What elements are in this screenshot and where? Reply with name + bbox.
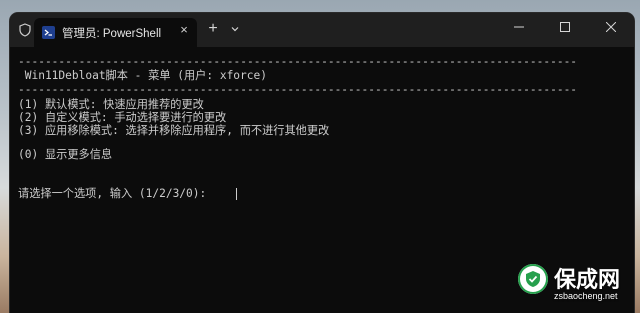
close-tab-icon[interactable]: × [177, 23, 191, 37]
menu-option-0: (0) 显示更多信息 [18, 148, 113, 161]
watermark-url: zsbaocheng.net [554, 291, 618, 301]
maximize-button[interactable] [542, 13, 588, 43]
watermark: 保成网 zsbaocheng.net [518, 260, 640, 313]
new-tab-button[interactable]: + [206, 21, 220, 37]
minimize-button[interactable] [496, 13, 542, 43]
menu-title: Win11Debloat脚本 - 菜单 (用户: xforce) [18, 69, 267, 82]
text-cursor[interactable] [236, 188, 237, 200]
shield-icon [18, 23, 32, 37]
menu-option-3: (3) 应用移除模式: 选择并移除应用程序, 而不进行其他更改 [18, 124, 330, 137]
input-prompt: 请选择一个选项, 输入 (1/2/3/0): [18, 187, 207, 200]
powershell-icon [42, 26, 55, 39]
watermark-title: 保成网 [554, 268, 621, 293]
menu-option-2: (2) 自定义模式: 手动选择要进行的更改 [18, 111, 227, 124]
tab-title: 管理员: PowerShell [62, 28, 162, 40]
maximize-icon [560, 22, 570, 32]
minimize-icon [514, 26, 524, 28]
menu-option-1: (1) 默认模式: 快速应用推荐的更改 [18, 98, 204, 111]
chevron-down-icon[interactable] [228, 22, 242, 36]
close-icon [606, 22, 616, 32]
tab-powershell[interactable]: 管理员: PowerShell × [34, 18, 197, 47]
divider-line: ----------------------------------------… [18, 83, 578, 96]
site-logo-icon [518, 264, 548, 294]
title-bar[interactable]: 管理员: PowerShell × + [10, 13, 634, 47]
divider-line: ----------------------------------------… [18, 55, 578, 68]
close-window-button[interactable] [588, 13, 634, 43]
